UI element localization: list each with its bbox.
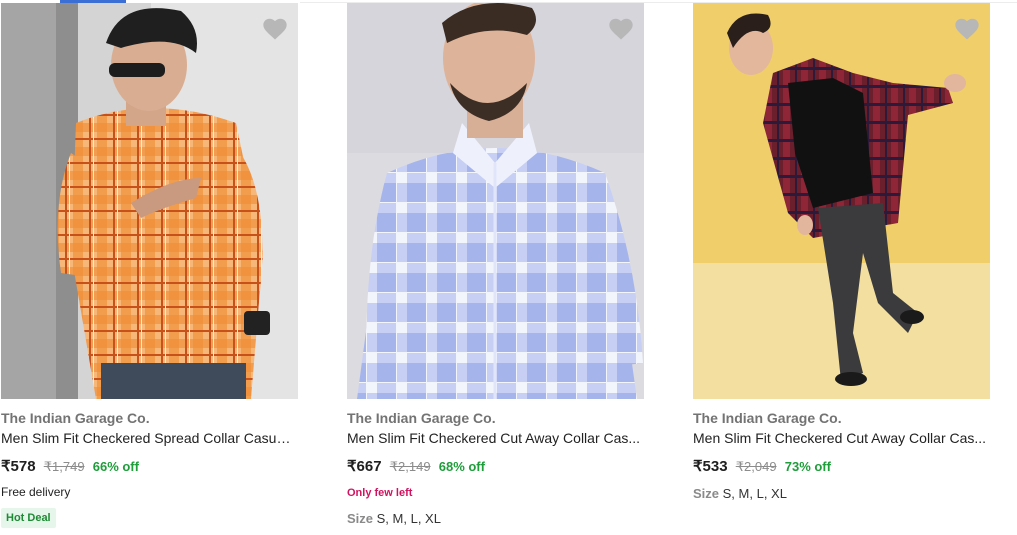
size-label: Size: [347, 511, 374, 526]
heart-icon[interactable]: [607, 15, 635, 43]
product-price: ₹578: [1, 458, 36, 475]
delivery-info: Free delivery: [1, 485, 71, 499]
product-price: ₹533: [693, 458, 728, 475]
heart-icon[interactable]: [953, 15, 981, 43]
product-title[interactable]: Men Slim Fit Checkered Cut Away Collar C…: [347, 430, 644, 446]
size-options: Size S, M, L, XL: [347, 511, 441, 526]
product-card[interactable]: The Indian Garage Co. Men Slim Fit Check…: [347, 3, 644, 535]
size-options: Size S, M, L, XL: [693, 486, 787, 501]
size-label: Size: [693, 486, 720, 501]
stock-warning: Only few left: [347, 487, 413, 499]
product-discount: 73% off: [784, 459, 831, 474]
size-values: S, M, L, XL: [376, 511, 441, 526]
product-image[interactable]: [1, 3, 298, 399]
product-card[interactable]: The Indian Garage Co. Men Slim Fit Check…: [693, 3, 990, 535]
product-brand: The Indian Garage Co.: [693, 410, 842, 426]
product-mrp: ₹1,749: [43, 459, 85, 474]
product-price: ₹667: [347, 458, 382, 475]
product-title[interactable]: Men Slim Fit Checkered Cut Away Collar C…: [693, 430, 990, 446]
heart-icon[interactable]: [261, 15, 289, 43]
product-mrp: ₹2,049: [735, 459, 777, 474]
product-mrp: ₹2,149: [389, 459, 431, 474]
deal-badge: Hot Deal: [1, 508, 56, 528]
product-image[interactable]: [693, 3, 990, 399]
product-brand: The Indian Garage Co.: [347, 410, 496, 426]
price-row: ₹533 ₹2,049 73% off: [693, 457, 831, 475]
price-row: ₹667 ₹2,149 68% off: [347, 457, 485, 475]
product-card[interactable]: The Indian Garage Co. Men Slim Fit Check…: [1, 3, 298, 535]
product-brand: The Indian Garage Co.: [1, 410, 150, 426]
product-title[interactable]: Men Slim Fit Checkered Spread Collar Cas…: [1, 430, 298, 446]
size-values: S, M, L, XL: [722, 486, 787, 501]
price-row: ₹578 ₹1,749 66% off: [1, 457, 139, 475]
product-discount: 66% off: [92, 459, 139, 474]
product-discount: 68% off: [438, 459, 485, 474]
product-image[interactable]: [347, 3, 644, 399]
